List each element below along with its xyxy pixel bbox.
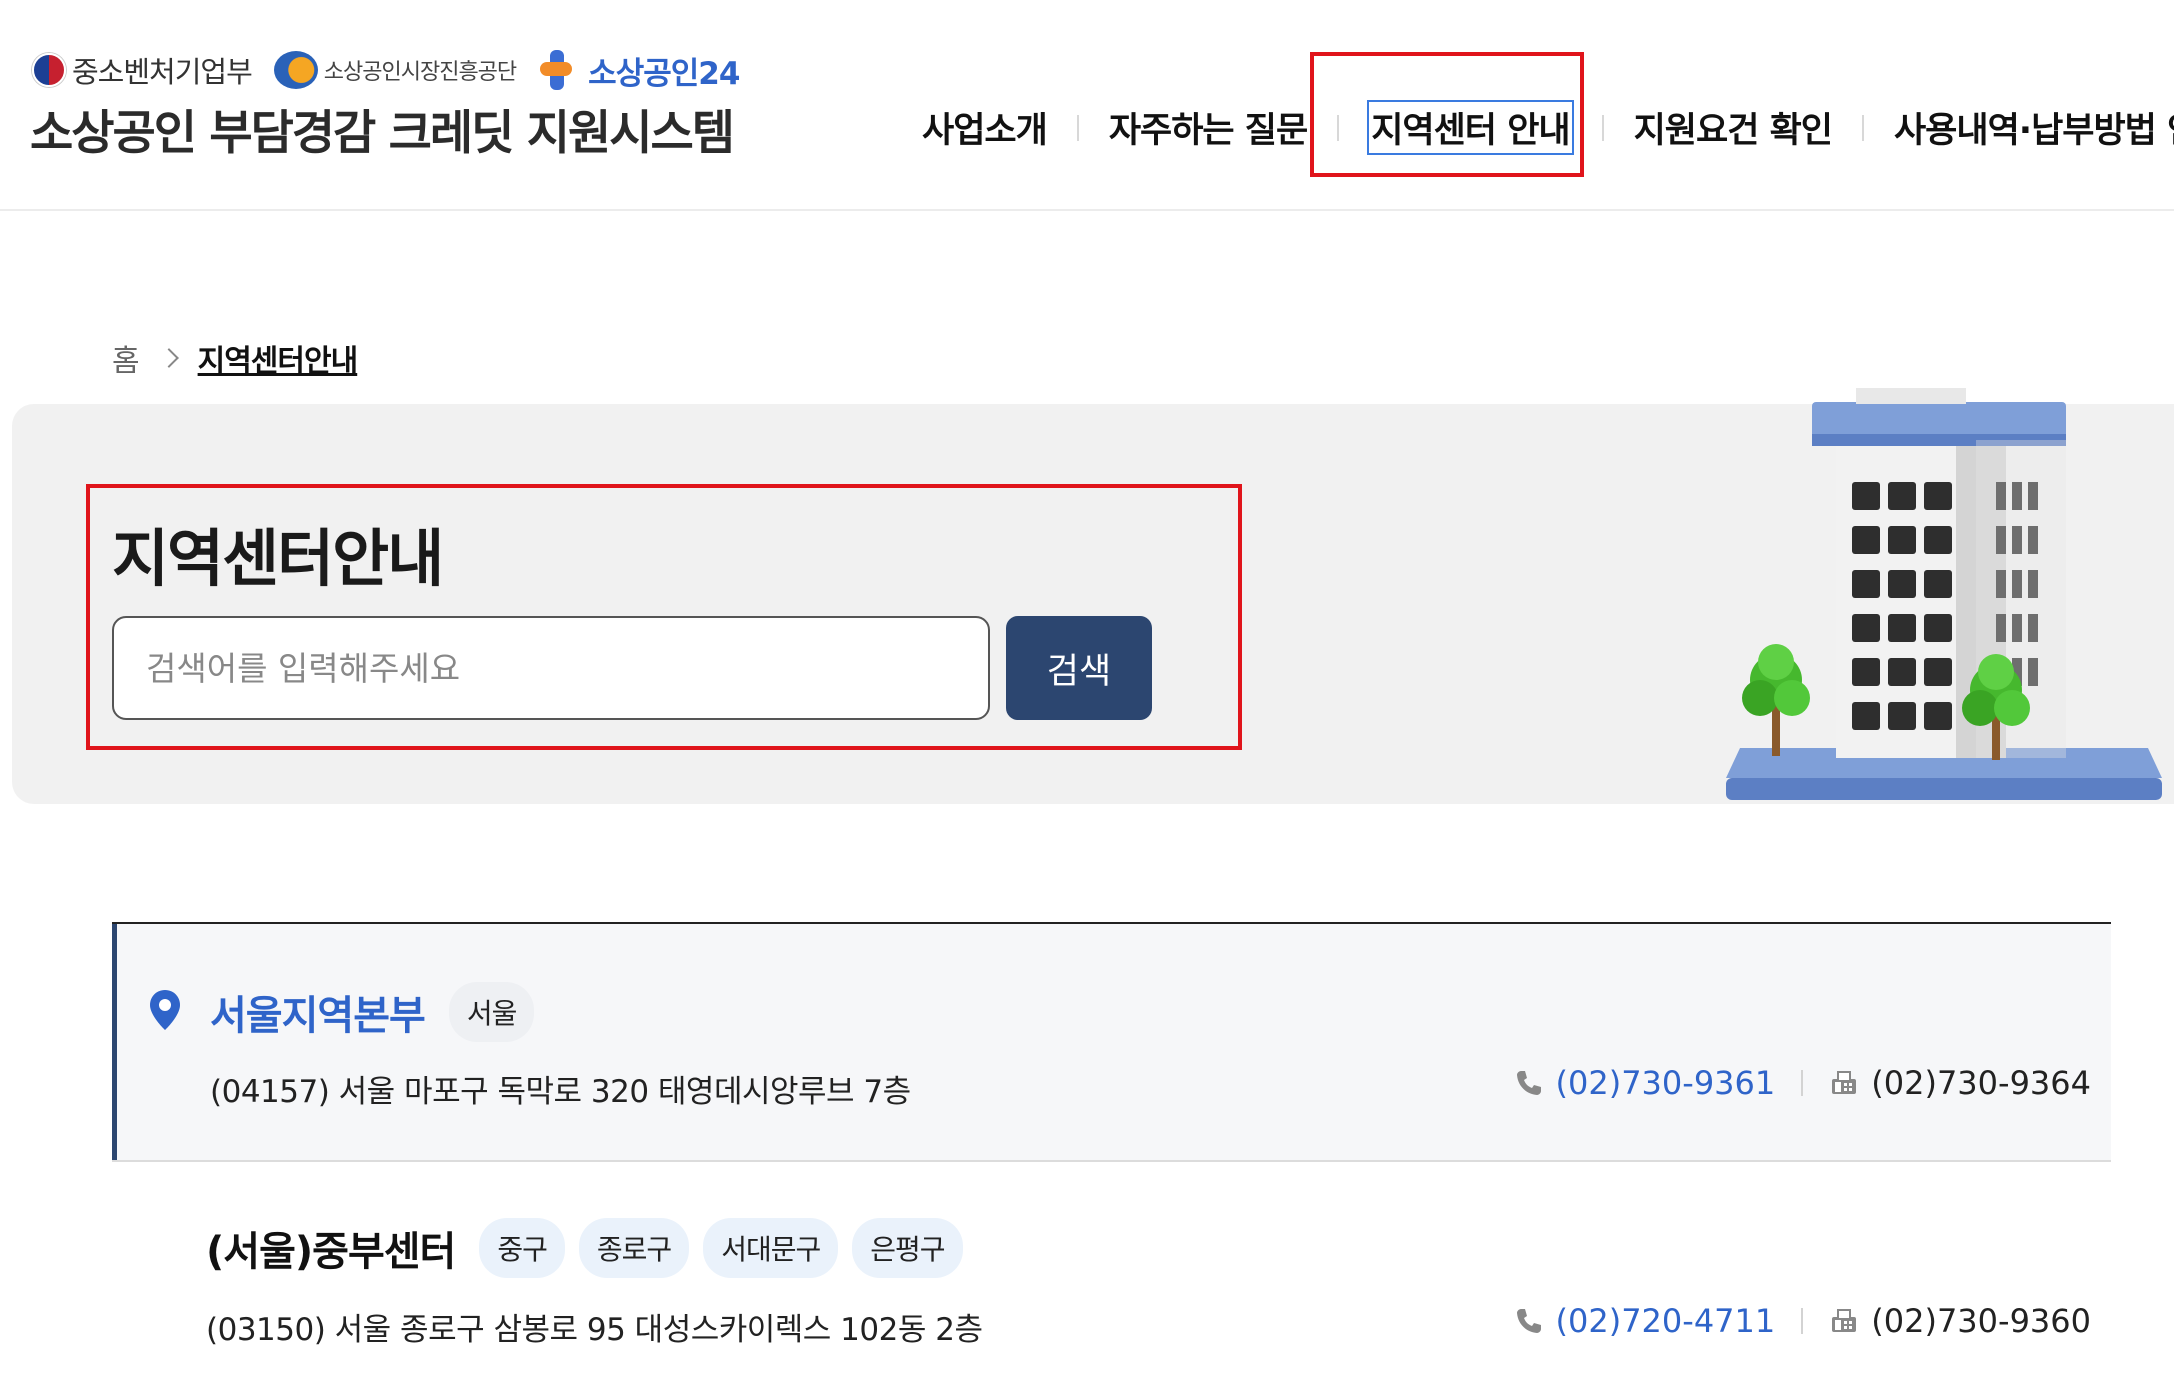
- phone-icon: [1516, 1309, 1541, 1333]
- semas-emblem-icon: [273, 51, 318, 89]
- fax-number: (02)730-9364: [1871, 1064, 2091, 1102]
- building-illustration: [1726, 388, 2162, 800]
- nav-divider: [1861, 114, 1864, 141]
- region-tag: 중구: [479, 1218, 565, 1278]
- nav-business-intro[interactable]: 사업소개: [920, 102, 1049, 153]
- breadcrumb-home[interactable]: 홈: [112, 336, 140, 380]
- region-tag: 서울: [448, 982, 535, 1042]
- region-tag: 은평구: [852, 1218, 963, 1278]
- nav-faq[interactable]: 자주하는 질문: [1107, 102, 1309, 153]
- list-item[interactable]: 서울지역본부 서울 (04157) 서울 마포구 독막로 320 태영데시앙루브…: [112, 922, 2111, 1162]
- center-name-line: (서울)중부센터 중구 종로구 서대문구 은평구: [206, 1218, 977, 1278]
- s24-emblem-icon: [538, 48, 582, 92]
- contact-divider: [1801, 1070, 1804, 1096]
- phone-number-link[interactable]: (02)730-9361: [1556, 1064, 1776, 1102]
- breadcrumb-current[interactable]: 지역센터안내: [198, 336, 359, 380]
- center-name-line: 서울지역본부 서울: [210, 982, 548, 1042]
- nav-divider: [1076, 114, 1079, 141]
- semas-logo-text: 소상공인시장진흥공단: [323, 60, 517, 85]
- center-contacts: (02)720-4711 (02)730-9360: [1514, 1302, 2091, 1340]
- center-list: 서울지역본부 서울 (04157) 서울 마포구 독막로 320 태영데시앙루브…: [112, 922, 2111, 1400]
- logo-group: 중소벤처기업부 소상공인시장진흥공단 소상공인24: [32, 48, 761, 93]
- contact-divider: [1801, 1308, 1804, 1334]
- region-tag: 서대문구: [703, 1218, 839, 1278]
- site-title[interactable]: 소상공인 부담경감 크레딧 지원시스템: [30, 94, 735, 163]
- fax-number: (02)730-9360: [1871, 1302, 2091, 1340]
- nav-usage-payment[interactable]: 사용내역·납부방법 안내: [1892, 102, 2174, 153]
- fax-icon: [1832, 1071, 1857, 1094]
- center-address: (03150) 서울 종로구 삼봉로 95 대성스카이렉스 102동 2층: [206, 1312, 983, 1348]
- breadcrumb: 홈 지역센터안내: [112, 336, 359, 380]
- location-pin-icon: [150, 990, 180, 1030]
- chevron-right-icon: [158, 348, 179, 368]
- s24-logo[interactable]: 소상공인24: [538, 48, 740, 93]
- center-contacts: (02)730-9361 (02)730-9364: [1514, 1064, 2091, 1102]
- phone-number-link[interactable]: (02)720-4711: [1556, 1302, 1776, 1340]
- taegeuk-icon: [32, 53, 66, 87]
- search-highlight-box: [86, 484, 1242, 750]
- region-tag: 종로구: [578, 1218, 690, 1278]
- ministry-logo[interactable]: 중소벤처기업부: [32, 49, 253, 91]
- phone-icon: [1516, 1071, 1541, 1095]
- semas-logo[interactable]: 소상공인시장진흥공단: [273, 51, 517, 89]
- list-item[interactable]: (서울)중부센터 중구 종로구 서대문구 은평구 (03150) 서울 종로구 …: [112, 1162, 2111, 1400]
- s24-logo-text: 소상공인24: [588, 55, 740, 92]
- nav-eligibility-check[interactable]: 지원요건 확인: [1632, 102, 1834, 153]
- center-name[interactable]: 서울지역본부: [210, 983, 426, 1041]
- ministry-logo-text: 중소벤처기업부: [72, 55, 253, 89]
- nav-divider: [1601, 114, 1604, 141]
- center-name[interactable]: (서울)중부센터: [206, 1219, 456, 1277]
- fax-icon: [1832, 1309, 1857, 1332]
- nav-highlight-box: [1310, 52, 1584, 177]
- site-header: 중소벤처기업부 소상공인시장진흥공단 소상공인24 소상공인 부담경감 크레딧 …: [0, 0, 2174, 211]
- center-address: (04157) 서울 마포구 독막로 320 태영데시앙루브 7층: [210, 1074, 911, 1110]
